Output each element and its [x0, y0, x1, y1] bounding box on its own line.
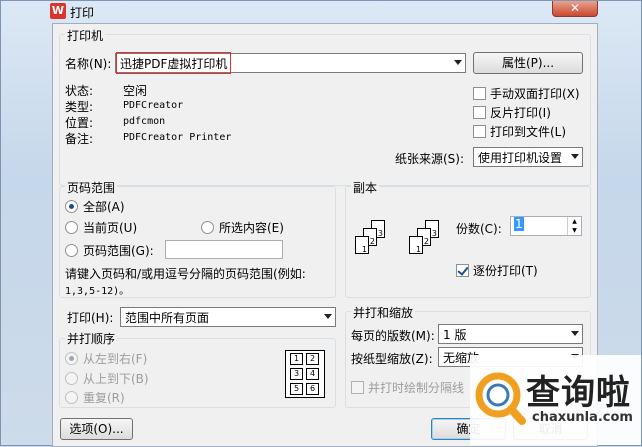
comment-label: 备注: — [65, 132, 94, 146]
close-button[interactable]: ✕ — [552, 1, 598, 17]
where-label: 位置: — [65, 116, 94, 130]
collate-label[interactable]: 逐份打印(T) — [473, 262, 538, 279]
range-pages-radio[interactable] — [65, 244, 78, 257]
print-to-file-label[interactable]: 打印到文件(L) — [490, 123, 566, 140]
spin-up-icon[interactable]: ▲ — [567, 217, 581, 226]
printer-name-key: (N): — [89, 57, 112, 71]
spin-down-icon[interactable]: ▼ — [567, 226, 581, 235]
print-what-select[interactable]: 范围中所有页面 — [120, 307, 336, 327]
page-range-group-label: 页码范围 — [65, 179, 118, 196]
copies-count-input[interactable]: 1 ▲ ▼ — [510, 216, 582, 236]
wps-app-icon: W — [50, 3, 66, 19]
zoom-group-label: 并打和缩放 — [351, 304, 416, 321]
range-current-radio[interactable] — [65, 221, 78, 234]
reverse-checkbox[interactable] — [473, 106, 486, 119]
copies-count-value: 1 — [514, 217, 524, 231]
range-all-label[interactable]: 全部(A) — [83, 198, 125, 215]
options-button[interactable]: 选项(O)... — [60, 418, 133, 440]
pages-per-sheet-select[interactable]: 1 版 — [438, 324, 583, 344]
draw-borders-label[interactable]: 并打时绘制分隔线 — [368, 379, 464, 396]
page-range-input[interactable] — [165, 240, 283, 259]
page-order-cell: 2 — [306, 353, 319, 365]
range-selection-label[interactable]: 所选内容(E) — [219, 219, 284, 236]
type-label: 类型: — [65, 100, 94, 114]
properties-button[interactable]: 属性(P)... — [473, 52, 583, 74]
title-bar[interactable]: W 打印 ✕ — [1, 1, 642, 23]
collate-page: 1 — [409, 236, 423, 254]
draw-borders-checkbox[interactable] — [351, 381, 364, 394]
duplex-checkbox[interactable] — [473, 87, 486, 100]
page-order-cell: 3 — [290, 368, 303, 380]
page-range-hint: 请键入页码和/或用逗号分隔的页码范围(例如: — [65, 267, 306, 281]
comment-value: PDFCreator Printer — [123, 132, 232, 143]
chevron-down-icon — [571, 331, 579, 336]
status-label: 状态: — [65, 84, 94, 98]
print-what-value: 范围中所有页面 — [125, 311, 210, 325]
collate-checkbox[interactable] — [456, 264, 469, 277]
page-order-cell: 4 — [306, 368, 319, 380]
type-value: PDFCreator — [123, 100, 184, 111]
range-selection-radio[interactable] — [201, 221, 214, 234]
chevron-down-icon — [454, 60, 462, 65]
where-value: pdfcmon — [123, 116, 166, 127]
order-left-right-label[interactable]: 从左到右(F) — [83, 350, 147, 367]
printer-name-highlight — [116, 52, 231, 74]
order-repeat-label[interactable]: 重复(R) — [83, 389, 125, 406]
paper-source-label: 纸张来源(S): — [395, 152, 465, 166]
copies-group — [345, 186, 591, 298]
page-range-hint-example: 1,3,5-12)。 — [65, 286, 130, 297]
chevron-down-icon — [324, 314, 332, 319]
collate-page: 1 — [355, 236, 369, 254]
magnifier-logo-icon — [475, 372, 526, 425]
copies-count-label: 份数(C): — [456, 222, 502, 236]
print-to-file-checkbox[interactable] — [473, 125, 486, 138]
pages-per-sheet-label: 每页的版数(M): — [351, 329, 435, 343]
page-order-cell: 5 — [290, 383, 303, 395]
printer-name-label: 名称(N): — [65, 55, 111, 72]
status-value: 空闲 — [123, 84, 148, 98]
order-top-bottom-radio[interactable] — [65, 372, 78, 385]
print-order-group-label: 并打顺序 — [65, 330, 118, 347]
order-left-right-radio[interactable] — [65, 352, 78, 365]
scale-label: 按纸型缩放(Z): — [351, 352, 433, 366]
watermark: 查询啦 chaxunla.com — [470, 355, 641, 445]
reverse-label[interactable]: 反片打印(I) — [490, 104, 551, 121]
order-top-bottom-label[interactable]: 从上到下(B) — [83, 370, 149, 387]
printer-group-label: 打印机 — [65, 27, 106, 44]
page-order-cell: 6 — [306, 383, 319, 395]
paper-source-select[interactable]: 使用打印机设置 — [473, 147, 583, 167]
window-title: 打印 — [70, 6, 95, 20]
copies-group-label: 副本 — [351, 179, 380, 196]
print-what-label: 打印(H): — [67, 311, 114, 325]
range-pages-label[interactable]: 页码范围(G): — [83, 242, 154, 259]
watermark-url: chaxunla.com — [532, 410, 633, 425]
print-dialog-window: W 打印 ✕ 打印机 名称(N): 迅捷PDF虚拟打印机 属性(P)... 状态… — [0, 0, 642, 447]
printer-name-label-text: 名称 — [65, 57, 90, 71]
pages-per-sheet-value: 1 版 — [443, 328, 467, 342]
page-order-cell: 1 — [290, 353, 303, 365]
chevron-down-icon — [571, 154, 579, 159]
duplex-label[interactable]: 手动双面打印(X) — [490, 85, 580, 102]
range-all-radio[interactable] — [65, 200, 78, 213]
paper-source-value: 使用打印机设置 — [478, 151, 563, 165]
watermark-brand: 查询啦 — [526, 373, 631, 413]
order-repeat-radio[interactable] — [65, 391, 78, 404]
range-current-label[interactable]: 当前页(U) — [83, 219, 137, 236]
